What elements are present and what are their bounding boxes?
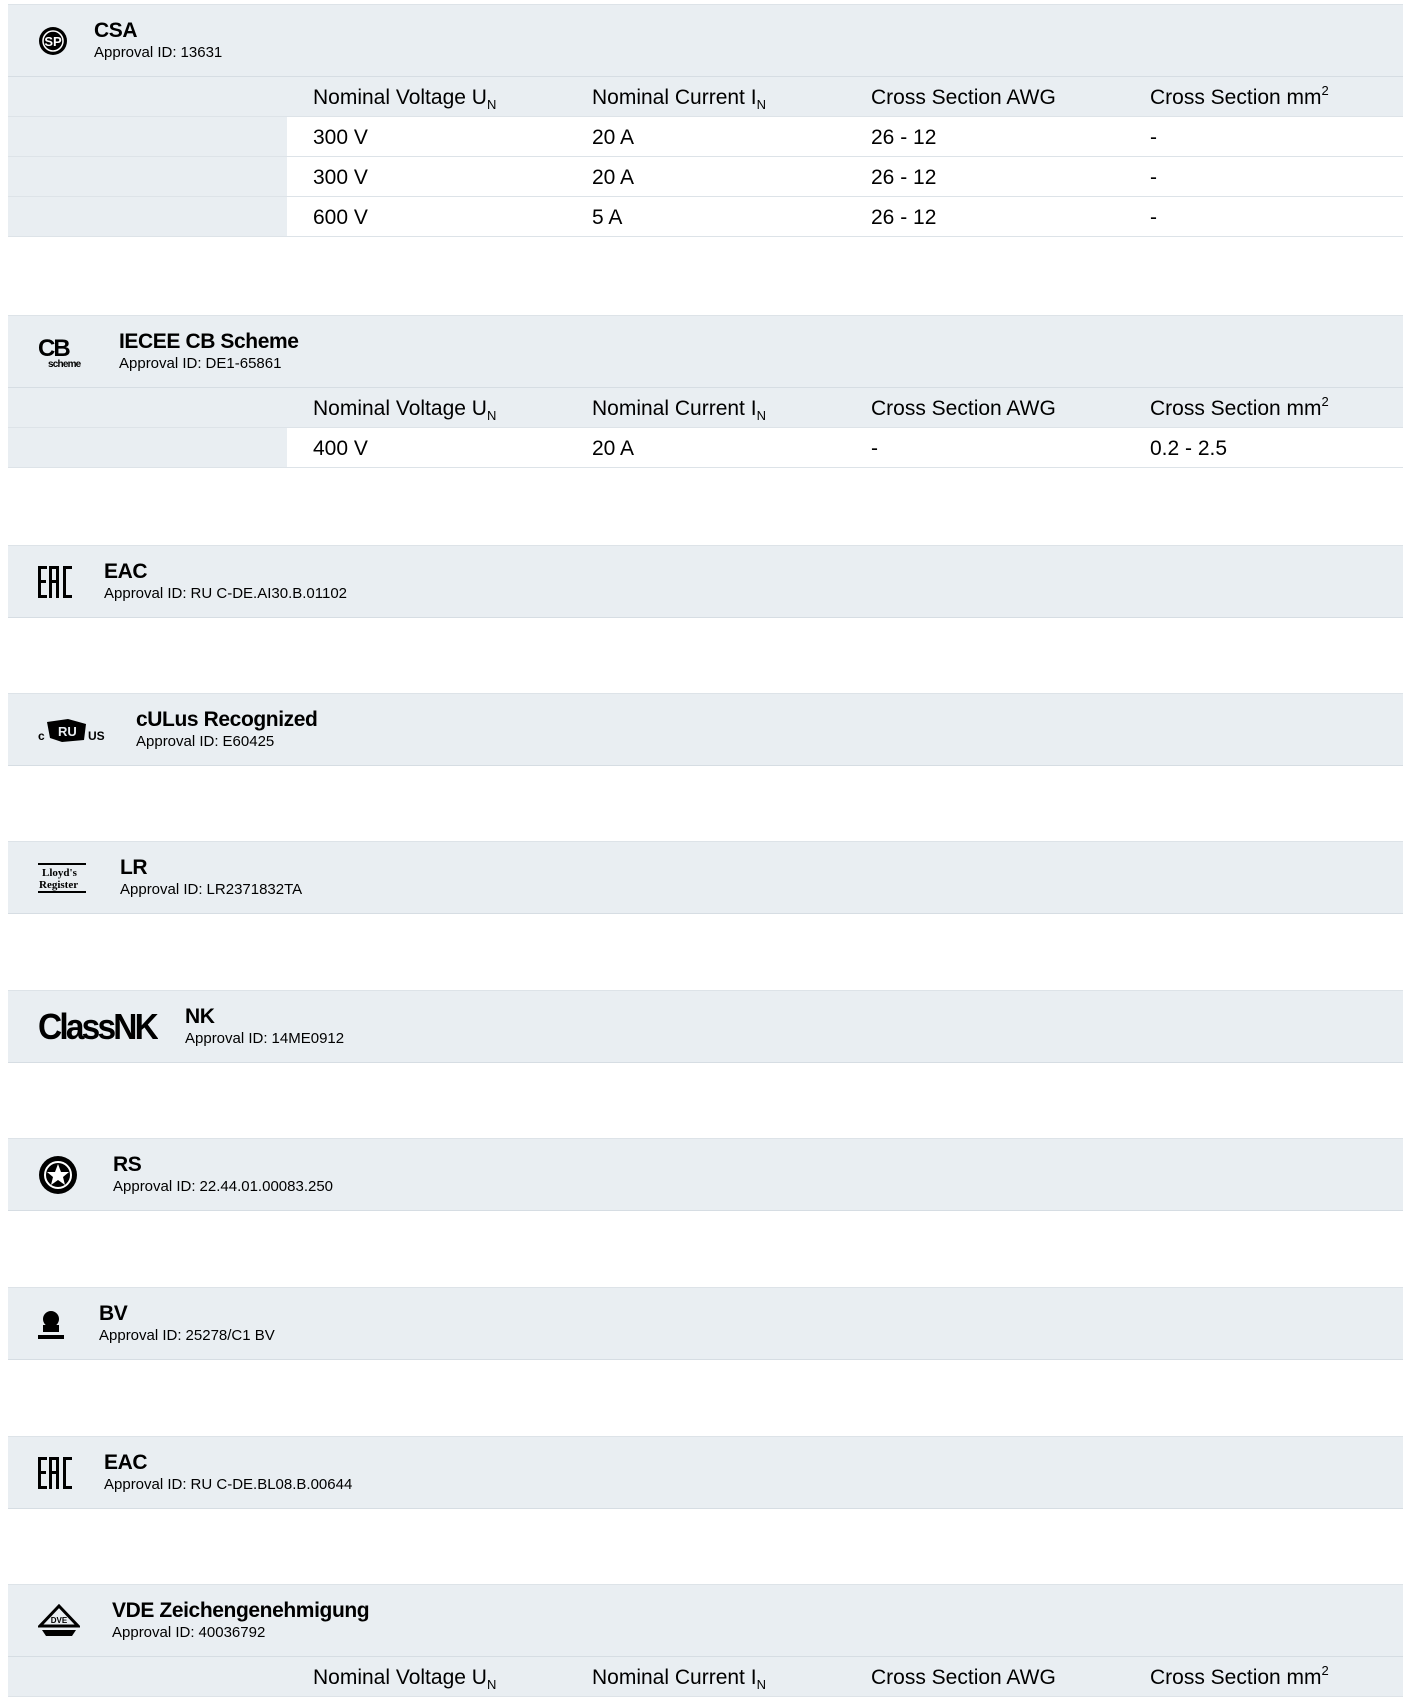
approval-name: CSA: [94, 19, 138, 42]
col-header-mm2: Cross Section mm2: [1150, 83, 1329, 109]
cell-current: 20 A: [592, 437, 635, 460]
approval-section-eac: EAC Approval ID: RU C-DE.AI30.B.01102: [8, 545, 1403, 618]
approval-id: Approval ID: 13631: [94, 44, 223, 61]
approval-name: LR: [120, 856, 148, 879]
svg-text:DVE: DVE: [51, 1616, 68, 1625]
approval-section-nk: ClassNK NK Approval ID: 14ME0912: [8, 990, 1403, 1063]
cell-voltage: 300 V: [313, 126, 368, 149]
approval-table: Nominal Voltage UN Nominal Current IN Cr…: [8, 1657, 1403, 1697]
col-header-awg: Cross Section AWG: [871, 1666, 1056, 1689]
svg-text:RU: RU: [58, 724, 77, 739]
table-row: 300 V 20 A 26 - 12 -: [8, 117, 1403, 157]
rs-logo-icon: [38, 1139, 78, 1210]
approval-name: EAC: [104, 560, 148, 583]
approval-header: BV Approval ID: 25278/C1 BV: [8, 1287, 1403, 1360]
svg-text:CB: CB: [38, 335, 70, 362]
cell-voltage: 600 V: [313, 206, 368, 229]
approval-id: Approval ID: RU C-DE.AI30.B.01102: [104, 585, 348, 602]
approval-section-culus: c RU US cULus Recognized Approval ID: E6042…: [8, 693, 1403, 766]
cell-awg: 26 - 12: [871, 206, 937, 229]
col-header-current: Nominal Current IN: [592, 86, 766, 112]
col-header-mm2: Cross Section mm2: [1150, 394, 1329, 420]
approval-header: CB scheme IECEE CB Scheme Approval ID: DE1…: [8, 315, 1403, 388]
approval-name: NK: [185, 1005, 215, 1028]
approval-id: Approval ID: E60425: [136, 733, 275, 750]
approval-table: Nominal Voltage UN Nominal Current IN Cr…: [8, 388, 1403, 468]
cell-awg: -: [871, 437, 878, 460]
svg-text:ClassNK: ClassNK: [38, 1009, 158, 1045]
approval-header: EAC Approval ID: RU C-DE.BL08.B.00644: [8, 1436, 1403, 1509]
approval-section-bv: BV Approval ID: 25278/C1 BV: [8, 1287, 1403, 1360]
cb-scheme-logo-icon: CB scheme: [38, 316, 88, 387]
svg-text:SP: SP: [44, 34, 62, 49]
cell-awg: 26 - 12: [871, 126, 937, 149]
col-header-awg: Cross Section AWG: [871, 397, 1056, 420]
approval-section-eac: EAC Approval ID: RU C-DE.BL08.B.00644: [8, 1436, 1403, 1509]
approval-header: ClassNK NK Approval ID: 14ME0912: [8, 990, 1403, 1063]
svg-text:scheme: scheme: [48, 359, 82, 370]
approval-id: Approval ID: DE1-65861: [119, 355, 282, 372]
cell-mm2: -: [1150, 166, 1157, 189]
cell-current: 20 A: [592, 166, 635, 189]
col-header-voltage: Nominal Voltage UN: [313, 1666, 497, 1692]
approval-table: Nominal Voltage UN Nominal Current IN Cr…: [8, 77, 1403, 237]
csa-logo-icon: SP: [38, 5, 68, 76]
svg-text:c: c: [38, 729, 45, 743]
approval-id: Approval ID: 22.44.01.00083.250: [113, 1178, 334, 1195]
cell-current: 5 A: [592, 206, 623, 229]
approval-id: Approval ID: 14ME0912: [185, 1030, 345, 1047]
approval-section-cb-scheme: CB scheme IECEE CB Scheme Approval ID: DE1…: [8, 315, 1403, 468]
cell-voltage: 300 V: [313, 166, 368, 189]
table-header-row: Nominal Voltage UN Nominal Current IN Cr…: [8, 388, 1403, 428]
table-row: 400 V 20 A - 0.2 - 2.5: [8, 428, 1403, 468]
lloyds-register-logo-icon: Lloyd's Register: [38, 842, 86, 913]
cell-mm2: -: [1150, 126, 1157, 149]
approval-name: EAC: [104, 1451, 148, 1474]
col-header-current: Nominal Current IN: [592, 1666, 766, 1692]
approval-name: RS: [113, 1153, 142, 1176]
col-header-mm2: Cross Section mm2: [1150, 1663, 1329, 1689]
approval-section-vde: DVE VDE Zeichengenehmigung Approval ID: 4…: [8, 1584, 1403, 1697]
approval-name: VDE Zeichengenehmigung: [112, 1599, 370, 1622]
cell-current: 20 A: [592, 126, 635, 149]
approvals-list: SP CSA Approval ID: 13631 Nominal Voltage…: [0, 0, 1407, 1697]
approval-name: cULus Recognized: [136, 708, 318, 731]
approval-id: Approval ID: 25278/C1 BV: [99, 1327, 275, 1344]
approval-section-rs: RS Approval ID: 22.44.01.00083.250: [8, 1138, 1403, 1211]
eac-logo-icon: [38, 1437, 72, 1508]
svg-text:Register: Register: [39, 879, 78, 891]
approval-id: Approval ID: LR2371832TA: [120, 881, 303, 898]
approval-id: Approval ID: 40036792: [112, 1624, 266, 1641]
col-header-voltage: Nominal Voltage UN: [313, 86, 497, 112]
cell-mm2: -: [1150, 206, 1157, 229]
approval-header: SP CSA Approval ID: 13631: [8, 4, 1403, 77]
classnk-logo-icon: ClassNK: [38, 991, 158, 1062]
approval-section-csa: SP CSA Approval ID: 13631 Nominal Voltage…: [8, 4, 1403, 237]
cell-awg: 26 - 12: [871, 166, 937, 189]
col-header-awg: Cross Section AWG: [871, 86, 1056, 109]
culus-logo-icon: c RU US: [38, 694, 106, 765]
approval-name: IECEE CB Scheme: [119, 330, 299, 353]
approval-name: BV: [99, 1302, 128, 1325]
eac-logo-icon: [38, 546, 72, 617]
col-header-current: Nominal Current IN: [592, 397, 766, 423]
svg-text:US: US: [88, 729, 105, 743]
table-row: 600 V 5 A 26 - 12 -: [8, 197, 1403, 237]
vde-logo-icon: DVE: [38, 1585, 80, 1656]
approval-header: c RU US cULus Recognized Approval ID: E6042…: [8, 693, 1403, 766]
approval-id: Approval ID: RU C-DE.BL08.B.00644: [104, 1476, 353, 1493]
approval-header: Lloyd's Register LR Approval ID: LR2371832…: [8, 841, 1403, 914]
table-header-row: Nominal Voltage UN Nominal Current IN Cr…: [8, 77, 1403, 117]
approval-header: RS Approval ID: 22.44.01.00083.250: [8, 1138, 1403, 1211]
table-header-row: Nominal Voltage UN Nominal Current IN Cr…: [8, 1657, 1403, 1697]
approval-header: DVE VDE Zeichengenehmigung Approval ID: 4…: [8, 1584, 1403, 1657]
table-row: 300 V 20 A 26 - 12 -: [8, 157, 1403, 197]
cell-mm2: 0.2 - 2.5: [1150, 437, 1228, 460]
approval-section-lr: Lloyd's Register LR Approval ID: LR2371832…: [8, 841, 1403, 914]
svg-text:Lloyd's: Lloyd's: [42, 867, 78, 879]
bv-logo-icon: [38, 1288, 64, 1359]
approval-header: EAC Approval ID: RU C-DE.AI30.B.01102: [8, 545, 1403, 618]
col-header-voltage: Nominal Voltage UN: [313, 397, 497, 423]
cell-voltage: 400 V: [313, 437, 368, 460]
